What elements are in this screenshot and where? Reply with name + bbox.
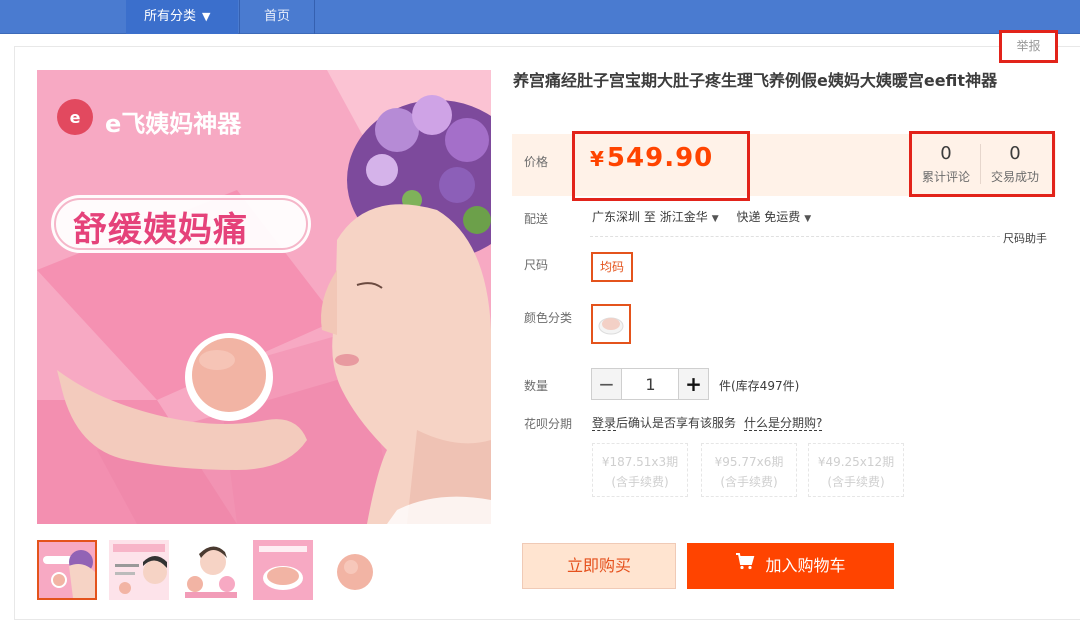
- brand-name: e飞姨妈神器: [105, 110, 242, 138]
- destination-selector[interactable]: 浙江金华: [660, 210, 708, 224]
- divider: [590, 236, 1000, 237]
- increase-button[interactable]: +: [678, 369, 708, 399]
- sales-label: 交易成功: [990, 170, 1039, 184]
- installment-price: ¥187.51x3期: [601, 455, 679, 469]
- chevron-down-icon: ▼: [804, 214, 812, 224]
- installment-option-12: ¥49.25x12期 (含手续费): [808, 443, 904, 497]
- shipping-info: 广东深圳 至 浙江金华 ▼ 快递 免运费 ▼: [592, 208, 825, 225]
- thumbnail-2[interactable]: [109, 540, 169, 600]
- installment-price: ¥95.77x6期: [714, 455, 784, 469]
- currency-symbol: ¥: [590, 147, 605, 171]
- installment-option-6: ¥95.77x6期 (含手续费): [701, 443, 797, 497]
- main-product-image[interactable]: e e飞姨妈神器 舒缓姨妈痛: [37, 70, 491, 524]
- decrease-button[interactable]: −: [592, 369, 622, 399]
- thumbnail-image: [181, 540, 241, 600]
- color-label: 颜色分类: [524, 311, 573, 325]
- sales-count: 0: [1009, 143, 1021, 164]
- report-link[interactable]: 举报: [999, 30, 1058, 63]
- thumbnail-image: [253, 540, 313, 600]
- shipping-method-selector[interactable]: 快递 免运费: [736, 210, 800, 224]
- shipping-label: 配送: [524, 212, 549, 226]
- what-is-installment-link[interactable]: 什么是分期购?: [744, 416, 823, 431]
- color-swatch-image: [598, 317, 624, 335]
- thumbnail-image: [325, 540, 385, 600]
- quantity-stepper: − +: [591, 368, 709, 400]
- chevron-down-icon: ▼: [711, 214, 719, 224]
- size-label: 尺码: [524, 258, 549, 272]
- size-option-selected[interactable]: 均码: [591, 252, 633, 282]
- installment-fee: (含手续费): [720, 475, 778, 489]
- thumbnail-3[interactable]: [181, 540, 241, 600]
- installment-fee: (含手续费): [827, 475, 885, 489]
- quantity-input[interactable]: [623, 369, 678, 399]
- svg-text:e: e: [70, 108, 81, 127]
- price-number: 549.90: [606, 143, 714, 173]
- quantity-label: 数量: [524, 379, 549, 393]
- chevron-down-icon: ▼: [202, 10, 211, 23]
- cart-icon: [735, 542, 755, 588]
- ship-to-word: 至: [643, 210, 656, 224]
- stock-text: 件(库存497件): [719, 379, 800, 393]
- installment-label: 花呗分期: [524, 417, 573, 431]
- nav-divider: [314, 0, 315, 34]
- all-categories-menu[interactable]: 所有分类 ▼: [126, 0, 238, 34]
- ship-from: 广东深圳: [592, 210, 641, 224]
- reviews-count: 0: [940, 143, 952, 164]
- reviews-label: 累计评论: [921, 170, 970, 184]
- price-label: 价格: [524, 155, 549, 169]
- installment-info: 登录后确认是否享有该服务 什么是分期购?: [592, 414, 823, 431]
- all-categories-label: 所有分类: [144, 9, 197, 24]
- installment-price: ¥49.25x12期: [817, 455, 895, 469]
- buy-now-button[interactable]: 立即购买: [522, 543, 676, 589]
- thumbnail-image: [39, 542, 95, 598]
- color-option-selected[interactable]: [591, 304, 631, 344]
- top-nav-bar: 所有分类 ▼ 首页: [0, 0, 1080, 34]
- login-link[interactable]: 登录: [592, 416, 617, 431]
- sales-stat: 0 交易成功: [981, 134, 1049, 194]
- reviews-stat[interactable]: 0 累计评论: [912, 134, 980, 194]
- installment-info-text: 后确认是否享有该服务: [616, 416, 737, 430]
- nav-home-link[interactable]: 首页: [240, 0, 314, 34]
- installment-fee: (含手续费): [611, 475, 669, 489]
- thumbnail-strip: [37, 540, 477, 602]
- banner-text: 舒缓姨妈痛: [73, 210, 248, 250]
- add-to-cart-label: 加入购物车: [765, 556, 846, 575]
- thumbnail-4[interactable]: [253, 540, 313, 600]
- size-helper-link[interactable]: 尺码助手: [1003, 230, 1047, 246]
- thumbnail-image: [109, 540, 169, 600]
- stats-highlight-box: 0 累计评论 0 交易成功: [909, 131, 1055, 197]
- thumbnail-5[interactable]: [325, 540, 385, 600]
- product-page: 所有分类 ▼ 首页 举报 e e飞姨妈神器 舒缓姨妈痛 养宫痛经肚子宫宝期大肚子…: [0, 0, 1080, 620]
- add-to-cart-button[interactable]: 加入购物车: [687, 543, 894, 589]
- thumbnail-1[interactable]: [37, 540, 97, 600]
- product-title: 养宫痛经肚子宫宝期大肚子疼生理飞养例假e姨妈大姨暖宫eefit神器: [513, 71, 998, 90]
- price-value: ¥549.90: [590, 143, 713, 173]
- installment-option-3: ¥187.51x3期 (含手续费): [592, 443, 688, 497]
